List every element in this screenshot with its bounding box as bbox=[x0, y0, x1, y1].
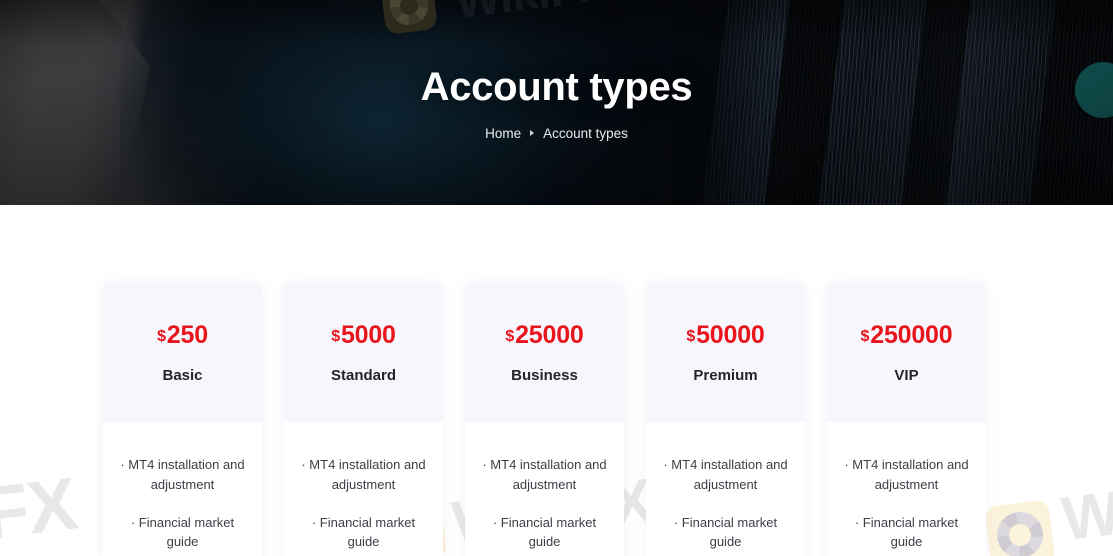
pricing-card-features: · MT4 installation and adjustment · Fina… bbox=[103, 422, 262, 556]
feature-item: · MT4 installation and adjustment bbox=[663, 457, 788, 492]
pricing-section: iFX WikiFX W $250 Basic · MT4 installati… bbox=[0, 205, 1113, 556]
feature-item: · MT4 installation and adjustment bbox=[482, 457, 607, 492]
currency-symbol: $ bbox=[860, 327, 870, 345]
pricing-card-header: $250000 VIP bbox=[827, 283, 986, 422]
plan-name: Business bbox=[511, 366, 578, 384]
feature-item: · MT4 installation and adjustment bbox=[120, 457, 245, 492]
currency-symbol: $ bbox=[157, 327, 166, 345]
pricing-card-list: $250 Basic · MT4 installation and adjust… bbox=[103, 283, 1010, 556]
watermark-brand-text-left: iFX bbox=[0, 461, 81, 556]
price-amount: $250000 bbox=[860, 320, 953, 349]
plan-name: Basic bbox=[162, 366, 203, 384]
price-amount: $250 bbox=[157, 320, 208, 349]
breadcrumb-item-home[interactable]: Home bbox=[485, 126, 521, 141]
feature-item: · MT4 installation and adjustment bbox=[844, 457, 969, 492]
price-value: 25000 bbox=[515, 320, 584, 349]
watermark-brand-text-right: W bbox=[1058, 478, 1113, 555]
currency-symbol: $ bbox=[686, 327, 696, 345]
pricing-card-features: · MT4 installation and adjustment · Fina… bbox=[284, 422, 443, 556]
feature-item: · Financial market guide bbox=[130, 514, 235, 550]
plan-name: VIP bbox=[894, 366, 919, 384]
feature-item: · MT4 installation and adjustment bbox=[301, 457, 426, 492]
pricing-card-header: $5000 Standard bbox=[284, 283, 443, 422]
pricing-card-standard[interactable]: $5000 Standard · MT4 installation and ad… bbox=[284, 283, 443, 556]
pricing-card-header: $50000 Premium bbox=[646, 283, 805, 422]
price-value: 250 bbox=[166, 320, 208, 349]
price-amount: $5000 bbox=[331, 320, 396, 349]
currency-symbol: $ bbox=[505, 327, 515, 345]
pricing-card-header: $250 Basic bbox=[103, 283, 262, 422]
pricing-card-vip[interactable]: $250000 VIP · MT4 installation and adjus… bbox=[827, 283, 986, 556]
breadcrumb-item-current: Account types bbox=[543, 125, 628, 141]
plan-name: Premium bbox=[693, 366, 758, 384]
feature-item: · Financial market guide bbox=[311, 514, 416, 550]
pricing-card-header: $25000 Business bbox=[465, 283, 624, 422]
pricing-card-premium[interactable]: $50000 Premium · MT4 installation and ad… bbox=[646, 283, 805, 556]
currency-symbol: $ bbox=[331, 327, 340, 345]
pricing-card-basic[interactable]: $250 Basic · MT4 installation and adjust… bbox=[103, 283, 262, 556]
pricing-card-business[interactable]: $25000 Business · MT4 installation and a… bbox=[465, 283, 624, 556]
chevron-right-icon bbox=[530, 130, 535, 136]
price-value: 250000 bbox=[870, 320, 953, 349]
feature-item: · Financial market guide bbox=[492, 514, 597, 550]
price-value: 5000 bbox=[340, 320, 396, 349]
plan-name: Standard bbox=[330, 366, 396, 384]
feature-item: · Financial market guide bbox=[673, 514, 778, 550]
pricing-card-features: · MT4 installation and adjustment · Fina… bbox=[827, 422, 986, 556]
hero-banner: WikiFX Account types Home Account types bbox=[0, 0, 1113, 205]
price-amount: $25000 bbox=[505, 320, 584, 349]
pricing-card-features: · MT4 installation and adjustment · Fina… bbox=[646, 422, 805, 556]
price-value: 50000 bbox=[696, 320, 765, 349]
page-title: Account types bbox=[420, 64, 693, 109]
price-amount: $50000 bbox=[686, 320, 765, 349]
feature-item: · Financial market guide bbox=[854, 514, 959, 550]
breadcrumb: Home Account types bbox=[485, 126, 628, 141]
pricing-card-features: · MT4 installation and adjustment · Fina… bbox=[465, 422, 624, 556]
